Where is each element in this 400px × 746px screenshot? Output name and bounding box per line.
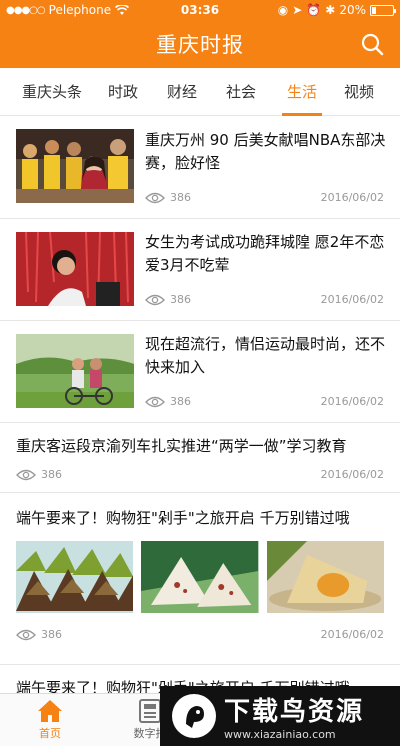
news-headline: 现在超流行，情侣运动最时尚，还不快来加入 xyxy=(145,335,386,376)
views-count: 386 xyxy=(145,293,191,306)
battery-icon xyxy=(370,4,396,16)
tab-video[interactable]: 视频 xyxy=(343,68,375,116)
news-date: 2016/06/02 xyxy=(320,628,384,641)
news-item[interactable]: 端午要来了！购物狂"剁手"之旅开启 千万别错过哦 xyxy=(0,493,400,665)
news-item[interactable]: 重庆万州 90 后美女献唱NBA东部决赛，脸好怪 386 2016/06/02 xyxy=(0,117,400,219)
news-thumbnail xyxy=(16,232,134,306)
news-item[interactable]: 女生为考试成功跪拜城隍 愿2年不恋爱3月不吃荤 386 2016/06/02 xyxy=(0,219,400,321)
views-count: 386 xyxy=(145,395,191,408)
app-header: 重庆时报 xyxy=(0,20,400,68)
eye-icon xyxy=(145,396,165,407)
news-headline: 重庆万州 90 后美女献唱NBA东部决赛，脸好怪 xyxy=(145,131,386,172)
carrier-label: Pelephone xyxy=(48,3,112,17)
news-headline: 重庆客运段京渝列车扎实推进“两学一做”学习教育 xyxy=(16,437,347,455)
views-value: 386 xyxy=(170,293,191,306)
news-date: 2016/06/02 xyxy=(320,468,384,481)
tab-finance[interactable]: 财经 xyxy=(166,68,198,116)
news-meta: 386 2016/06/02 xyxy=(16,468,384,481)
news-image-row xyxy=(16,541,384,613)
home-icon xyxy=(38,700,62,722)
news-meta: 386 2016/06/02 xyxy=(16,628,384,641)
news-headline: 女生为考试成功跪拜城隍 愿2年不恋爱3月不吃荤 xyxy=(145,233,385,274)
watermark-title: 下载鸟资源 xyxy=(224,697,365,727)
eye-icon xyxy=(16,629,36,640)
eye-icon xyxy=(16,469,36,480)
news-thumbnail xyxy=(141,541,259,613)
watermark-url: www.xiazainiao.com xyxy=(224,728,336,741)
news-headline: 端午要来了！购物狂"剁手"之旅开启 千万别错过哦 xyxy=(16,509,350,527)
news-thumbnail xyxy=(16,541,134,613)
tab-society[interactable]: 社会 xyxy=(225,68,257,116)
views-count: 386 xyxy=(145,191,191,204)
views-value: 386 xyxy=(170,191,191,204)
news-meta: 386 2016/06/02 xyxy=(145,293,384,306)
clock: 03:36 xyxy=(180,3,220,17)
tab-home[interactable]: 首页 xyxy=(0,694,100,746)
alarm-icon: ⏰ xyxy=(306,3,322,17)
watermark-logo-icon xyxy=(172,694,216,738)
eye-icon xyxy=(145,294,165,305)
views-value: 386 xyxy=(41,468,62,481)
wifi-icon xyxy=(115,4,130,15)
views-count: 386 xyxy=(16,628,62,641)
news-thumbnail xyxy=(16,129,134,203)
battery-label: 20% xyxy=(339,3,366,17)
page-title: 重庆时报 xyxy=(156,33,244,57)
news-thumbnail xyxy=(266,541,384,613)
category-tabs: 重庆头条 时政 财经 社会 生活 视频 xyxy=(0,68,400,116)
news-item[interactable]: 重庆客运段京渝列车扎实推进“两学一做”学习教育 386 2016/06/02 xyxy=(0,423,400,493)
views-value: 386 xyxy=(41,628,62,641)
news-feed: 重庆万州 90 后美女献唱NBA东部决赛，脸好怪 386 2016/06/02 xyxy=(0,117,400,705)
views-count: 386 xyxy=(16,468,62,481)
news-item[interactable]: 现在超流行，情侣运动最时尚，还不快来加入 386 2016/06/02 xyxy=(0,321,400,423)
news-date: 2016/06/02 xyxy=(320,395,384,408)
tab-home-label: 首页 xyxy=(39,727,61,740)
bluetooth-icon: ✱ xyxy=(325,3,336,17)
lock-rotation-icon: ◉ xyxy=(277,3,289,17)
tab-headlines[interactable]: 重庆头条 xyxy=(20,68,84,116)
search-icon[interactable] xyxy=(360,32,384,56)
status-bar: ●●●○○ Pelephone 03:36 ◉ ➤ ⏰ ✱ 20% xyxy=(0,0,400,20)
news-date: 2016/06/02 xyxy=(320,191,384,204)
news-date: 2016/06/02 xyxy=(320,293,384,306)
news-meta: 386 2016/06/02 xyxy=(145,191,384,204)
eye-icon xyxy=(145,192,165,203)
signal-icon: ●●●○○ xyxy=(6,4,46,16)
tab-politics[interactable]: 时政 xyxy=(107,68,139,116)
tab-life[interactable]: 生活 xyxy=(282,68,322,116)
news-meta: 386 2016/06/02 xyxy=(145,395,384,408)
watermark-banner: 下载鸟资源 www.xiazainiao.com xyxy=(160,686,400,746)
location-icon: ➤ xyxy=(292,3,303,17)
news-thumbnail xyxy=(16,334,134,408)
views-value: 386 xyxy=(170,395,191,408)
